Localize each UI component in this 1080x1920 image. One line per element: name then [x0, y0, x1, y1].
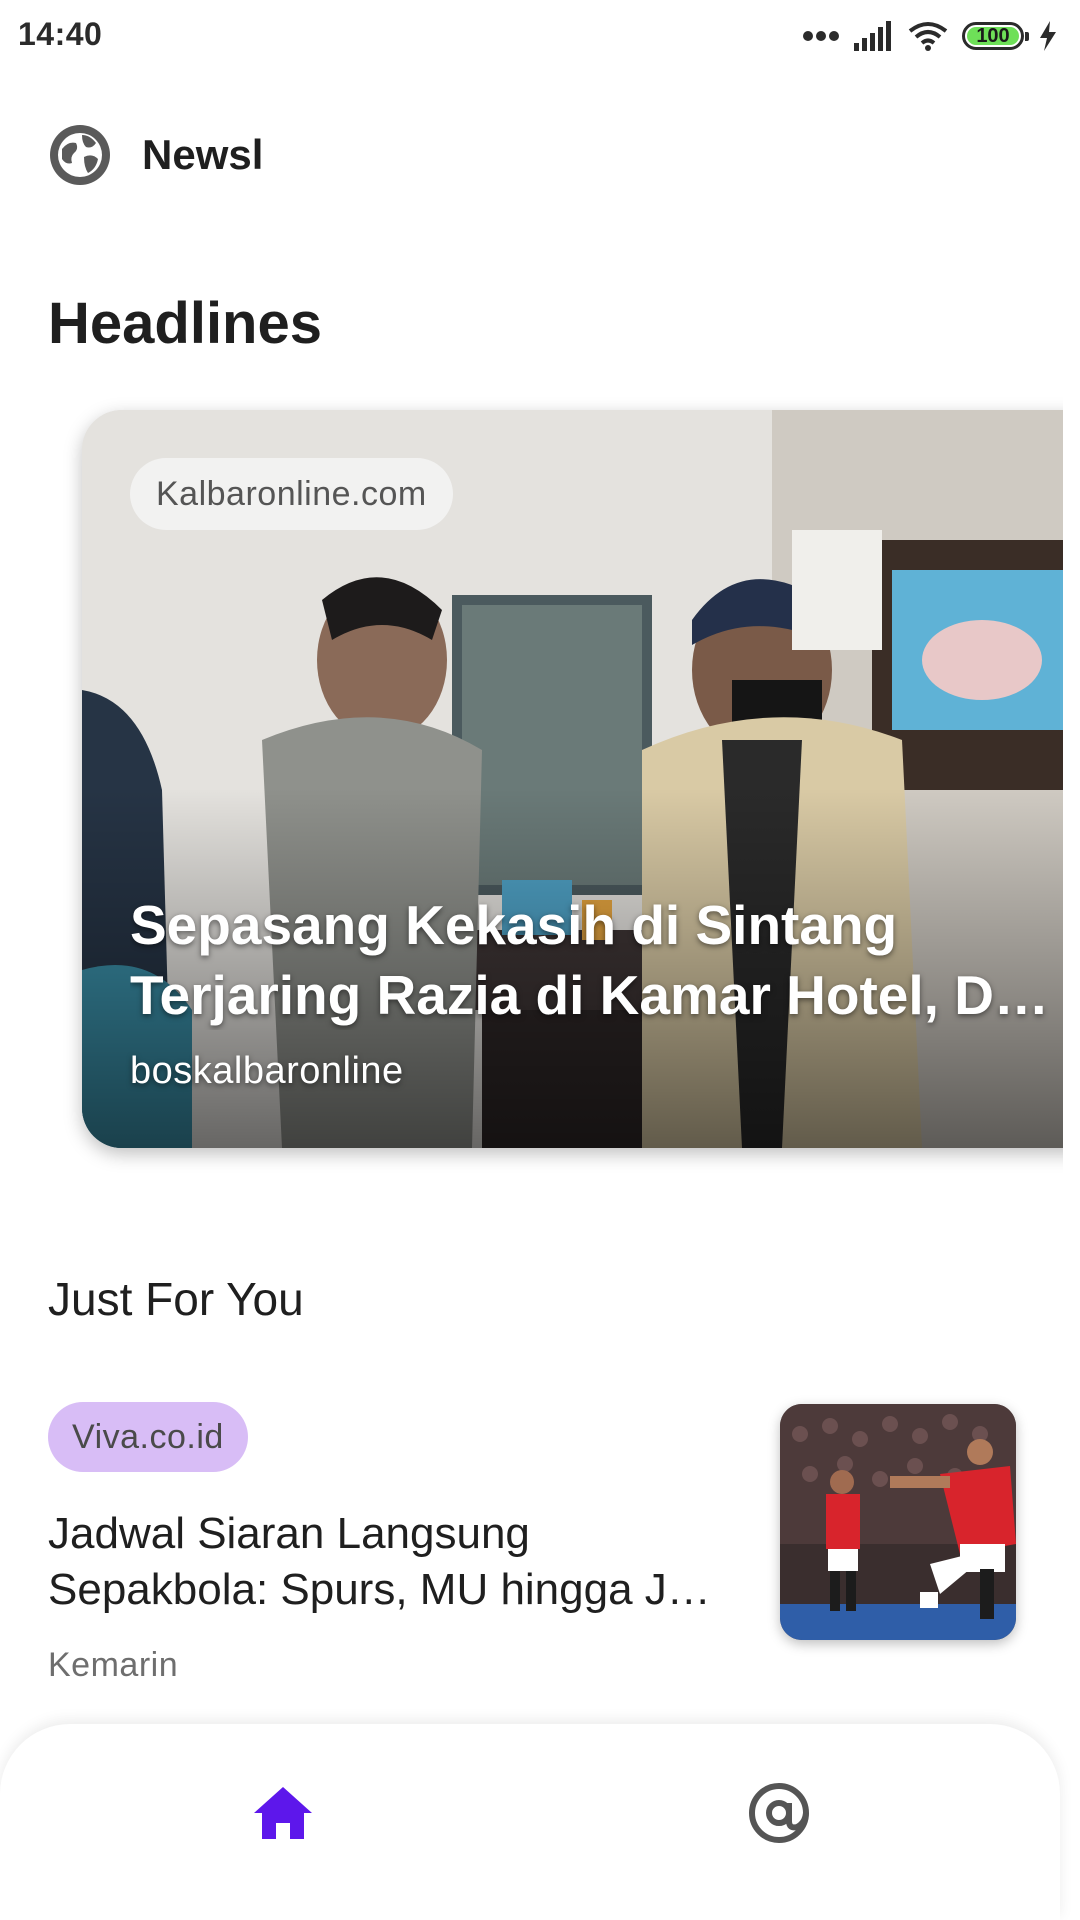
- news-app-screen: 14:40 100 Newsl Headlines Kalbaronline.c…: [0, 0, 1080, 1920]
- news-thumbnail: [780, 1404, 1016, 1640]
- headline-source-chip: Kalbaronline.com: [130, 458, 453, 530]
- home-icon: [254, 1787, 312, 1839]
- news-list-item[interactable]: Viva.co.id Jadwal Siaran Langsung Sepakb…: [48, 1402, 1016, 1702]
- headline-card[interactable]: Kalbaronline.com Sepasang Kekasih di Sin…: [82, 410, 1063, 1148]
- news-source-chip: Viva.co.id: [48, 1402, 248, 1472]
- nav-mentions-button[interactable]: [734, 1768, 824, 1858]
- headline-source: boskalbaronline: [130, 1050, 404, 1092]
- just-for-you-section-title: Just For You: [48, 1273, 304, 1325]
- at-sign-icon: [749, 1783, 809, 1843]
- news-time: Kemarin: [48, 1646, 179, 1684]
- news-title: Jadwal Siaran Langsung Sepakbola: Spurs,…: [48, 1509, 711, 1614]
- headline-title: Sepasang Kekasih di Sintang Terjaring Ra…: [130, 894, 1049, 1026]
- bottom-navigation: [0, 1724, 1060, 1920]
- nav-home-button[interactable]: [238, 1768, 328, 1858]
